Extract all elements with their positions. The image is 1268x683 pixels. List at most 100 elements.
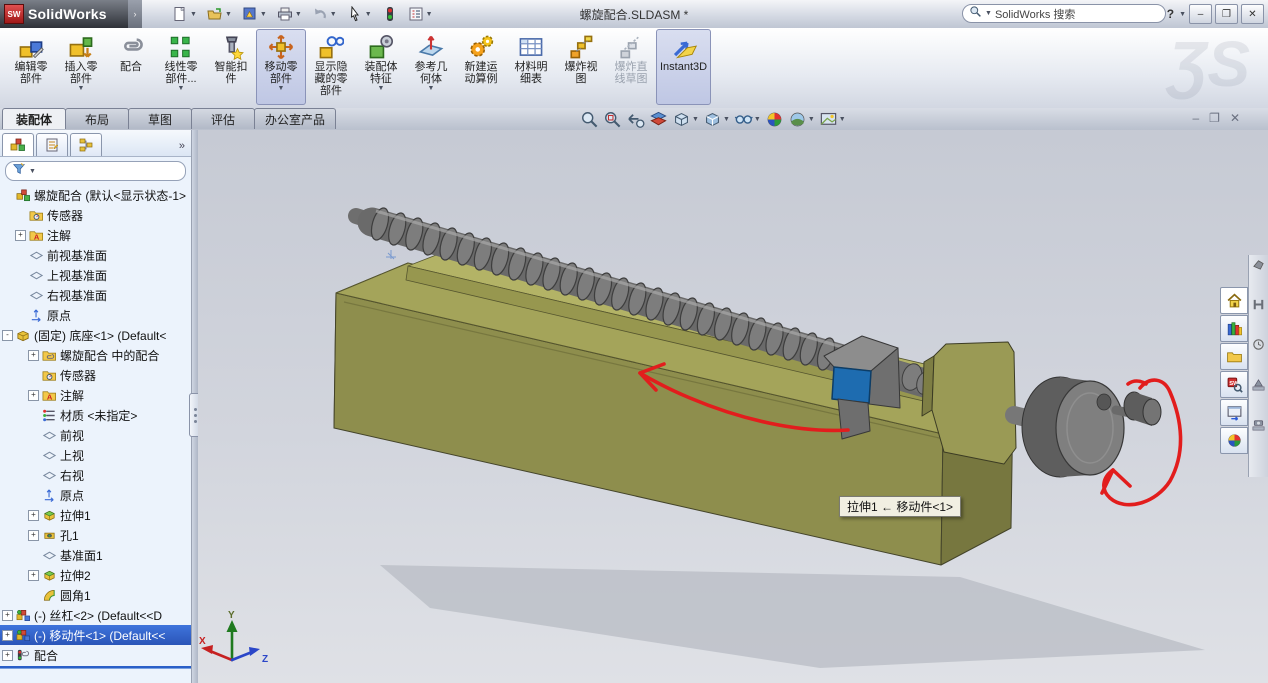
- restore-button[interactable]: ❐: [1215, 4, 1238, 24]
- tree-item-base-front-plane[interactable]: +前视: [0, 425, 191, 445]
- tab-layout[interactable]: 布局: [65, 108, 129, 129]
- tree-item-mates-in-assembly[interactable]: + 螺旋配合 中的配合: [0, 345, 191, 365]
- new-motion-study-button[interactable]: 新建运 动算例: [456, 29, 506, 105]
- tree-expander[interactable]: +: [2, 649, 13, 661]
- tree-expander[interactable]: +: [28, 529, 39, 541]
- rollback-bar[interactable]: [0, 666, 191, 669]
- explode-line-sketch-button[interactable]: 爆炸直 线草图: [606, 29, 656, 105]
- tree-item-base-top-plane[interactable]: +上视: [0, 445, 191, 465]
- help-button[interactable]: ?: [1165, 7, 1176, 21]
- ts-h-strip-icon[interactable]: [1251, 297, 1266, 317]
- handwheel[interactable]: [1005, 376, 1162, 478]
- mate-button[interactable]: 配合: [106, 29, 156, 105]
- view-settings-button[interactable]: ▼: [819, 110, 846, 129]
- tree-item-hole1[interactable]: + 孔1: [0, 525, 191, 545]
- exploded-view-button[interactable]: 爆炸视 图: [556, 29, 606, 105]
- propertymanager-tab[interactable]: [36, 133, 68, 156]
- options-button[interactable]: ▼: [406, 2, 435, 26]
- reference-geometry-button[interactable]: 参考几 何体 ▼: [406, 29, 456, 105]
- assembly-features-button[interactable]: 装配体 特征 ▼: [356, 29, 406, 105]
- apply-scene-button[interactable]: ▼: [788, 110, 815, 129]
- zoom-to-area-button[interactable]: [603, 110, 622, 129]
- tree-item-base-annotations[interactable]: + A 注解: [0, 385, 191, 405]
- tree-expander[interactable]: +: [28, 389, 39, 401]
- tab-office[interactable]: 办公室产品: [254, 108, 337, 129]
- tree-item-root-assembly[interactable]: +螺旋配合 (默认<显示状态-1>: [0, 185, 191, 205]
- ts-part-strip-icon[interactable]: [1251, 257, 1266, 277]
- tree-item-right-plane[interactable]: +右视基准面: [0, 285, 191, 305]
- tree-item-component-screw[interactable]: + (-) 丝杠<2> (Default<<D: [0, 605, 191, 625]
- publish-edrawing-button[interactable]: ▼: [240, 2, 269, 26]
- tab-assembly[interactable]: 装配体: [2, 108, 66, 129]
- tree-filter-input[interactable]: ▼: [5, 161, 186, 181]
- bill-of-materials-button[interactable]: 材料明 细表: [506, 29, 556, 105]
- tree-item-annotations[interactable]: + A 注解: [0, 225, 191, 245]
- edit-appearance-button[interactable]: [765, 110, 784, 129]
- search-dropdown-arrow[interactable]: ▼: [985, 10, 992, 17]
- insert-components-button[interactable]: 插入零 部件 ▼: [56, 29, 106, 105]
- close-button[interactable]: ✕: [1241, 4, 1264, 24]
- linear-component-pattern-button[interactable]: 线性零 部件... ▼: [156, 29, 206, 105]
- doc-minimize-button[interactable]: –: [1192, 110, 1199, 126]
- tab-sketch[interactable]: 草图: [128, 108, 192, 129]
- minimize-button[interactable]: –: [1189, 4, 1212, 24]
- tree-expander[interactable]: +: [15, 229, 26, 241]
- smart-fasteners-button[interactable]: 智能扣 件: [206, 29, 256, 105]
- tree-item-sensors[interactable]: +传感器: [0, 205, 191, 225]
- open-document-button[interactable]: ▼: [205, 2, 234, 26]
- appearances-scenes-tab[interactable]: [1220, 427, 1248, 454]
- tab-evaluate[interactable]: 评估: [191, 108, 255, 129]
- featuremanager-tab[interactable]: [2, 133, 34, 156]
- undo-button[interactable]: ▼: [310, 2, 339, 26]
- tree-expander[interactable]: +: [2, 609, 13, 621]
- solidworks-resources-tab[interactable]: [1220, 287, 1248, 314]
- doc-restore-button[interactable]: ❐: [1209, 110, 1220, 126]
- tree-item-material[interactable]: +材质 <未指定>: [0, 405, 191, 425]
- move-component-button[interactable]: 移动零 部件 ▼: [256, 29, 306, 105]
- menu-expand-arrow[interactable]: ›: [128, 0, 142, 28]
- tree-expander[interactable]: +: [28, 569, 39, 581]
- zoom-to-fit-button[interactable]: [580, 110, 599, 129]
- previous-view-button[interactable]: [626, 110, 645, 129]
- configurationmanager-tab[interactable]: [70, 133, 102, 156]
- tree-item-base-sensors[interactable]: +传感器: [0, 365, 191, 385]
- graphics-area[interactable]: Y X Z 拉伸1 ← 移动件<1>: [198, 130, 1268, 683]
- tree-item-extrude1[interactable]: + 拉伸1: [0, 505, 191, 525]
- ts-pyramid-strip-icon[interactable]: [1251, 377, 1266, 397]
- display-style-button[interactable]: ▼: [703, 110, 730, 129]
- tree-expander[interactable]: +: [28, 349, 39, 361]
- section-view-button[interactable]: [649, 110, 668, 129]
- rebuild-button[interactable]: [380, 2, 400, 26]
- tree-item-base-origin[interactable]: +原点: [0, 485, 191, 505]
- tree-item-fillet1[interactable]: +圆角1: [0, 585, 191, 605]
- search-box[interactable]: ▼ SolidWorks 搜索: [962, 4, 1166, 23]
- tree-item-base-right-plane[interactable]: +右视: [0, 465, 191, 485]
- tree-item-component-mover[interactable]: + (-) 移动件<1> (Default<<: [0, 625, 191, 645]
- model-3d-view[interactable]: Y X Z: [198, 130, 1268, 683]
- print-button[interactable]: ▼: [275, 2, 304, 26]
- ts-clock-strip-icon[interactable]: [1251, 337, 1266, 357]
- tree-item-front-plane[interactable]: +前视基准面: [0, 245, 191, 265]
- file-explorer-tab[interactable]: [1220, 343, 1248, 370]
- help-dropdown-arrow[interactable]: ▼: [1179, 11, 1186, 18]
- view-orientation-button[interactable]: ▼: [672, 110, 699, 129]
- tree-expander[interactable]: -: [2, 329, 13, 341]
- ts-camera-strip-icon[interactable]: [1251, 417, 1266, 437]
- search-tab[interactable]: SW: [1220, 371, 1248, 398]
- view-palette-tab[interactable]: [1220, 399, 1248, 426]
- hide-show-items-button[interactable]: ▼: [734, 110, 761, 129]
- selected-face[interactable]: [831, 366, 872, 404]
- tree-item-mates-group[interactable]: + 配合: [0, 645, 191, 665]
- tree-item-component-base[interactable]: - (固定) 底座<1> (Default<: [0, 325, 191, 345]
- tree-expander[interactable]: +: [2, 629, 13, 641]
- tree-item-plane1[interactable]: +基准面1: [0, 545, 191, 565]
- tree-expander[interactable]: +: [28, 509, 39, 521]
- select-button[interactable]: ▼: [345, 2, 374, 26]
- tree-item-origin[interactable]: +原点: [0, 305, 191, 325]
- edit-component-button[interactable]: 编辑零 部件: [6, 29, 56, 105]
- doc-close-button[interactable]: ✕: [1230, 110, 1240, 126]
- instant3d-button[interactable]: Instant3D: [656, 29, 712, 105]
- new-document-button[interactable]: ▼: [170, 2, 199, 26]
- panel-expand-chevron[interactable]: »: [179, 140, 185, 156]
- design-library-tab[interactable]: [1220, 315, 1248, 342]
